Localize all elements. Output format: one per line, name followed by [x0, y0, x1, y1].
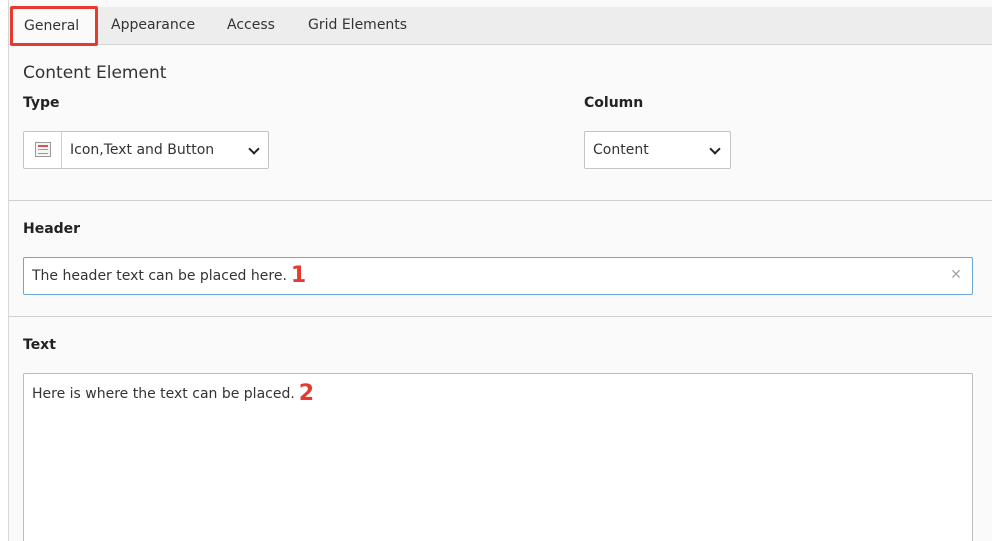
- type-select-value: Icon,Text and Button: [70, 142, 215, 158]
- type-label: Type: [23, 95, 60, 111]
- tab-access[interactable]: Access: [227, 7, 275, 44]
- tab-general[interactable]: General: [10, 6, 98, 46]
- column-select-value: Content: [593, 142, 649, 158]
- type-icon-cell: [24, 132, 62, 168]
- annotation-marker-1: 1: [290, 263, 307, 288]
- section-divider: [9, 200, 992, 201]
- content-element-icon: [35, 142, 51, 157]
- chevron-down-icon: [248, 143, 260, 155]
- type-select[interactable]: Icon,Text and Button: [23, 131, 269, 169]
- tab-bar: General Appearance Access Grid Elements: [9, 6, 992, 46]
- header-input[interactable]: The header text can be placed here. 1 ✕: [23, 257, 973, 295]
- header-label: Header: [23, 221, 81, 237]
- section-title: Content Element: [23, 63, 167, 83]
- text-editor[interactable]: Here is where the text can be placed. 2: [23, 373, 973, 541]
- tab-appearance[interactable]: Appearance: [111, 7, 195, 44]
- clear-icon[interactable]: ✕: [948, 267, 964, 283]
- text-editor-value: Here is where the text can be placed. 2: [32, 383, 314, 405]
- tab-grid-elements[interactable]: Grid Elements: [308, 7, 407, 44]
- header-text: The header text can be placed here.: [32, 268, 287, 284]
- annotation-marker-2: 2: [298, 381, 315, 406]
- chevron-down-icon: [709, 143, 721, 155]
- text-content: Here is where the text can be placed.: [32, 386, 295, 402]
- content-element-form: General Appearance Access Grid Elements …: [8, 0, 992, 541]
- text-label: Text: [23, 337, 56, 353]
- column-label: Column: [584, 95, 644, 111]
- header-input-value: The header text can be placed here. 1: [32, 258, 306, 294]
- column-select[interactable]: Content: [584, 131, 731, 169]
- section-divider: [9, 316, 992, 317]
